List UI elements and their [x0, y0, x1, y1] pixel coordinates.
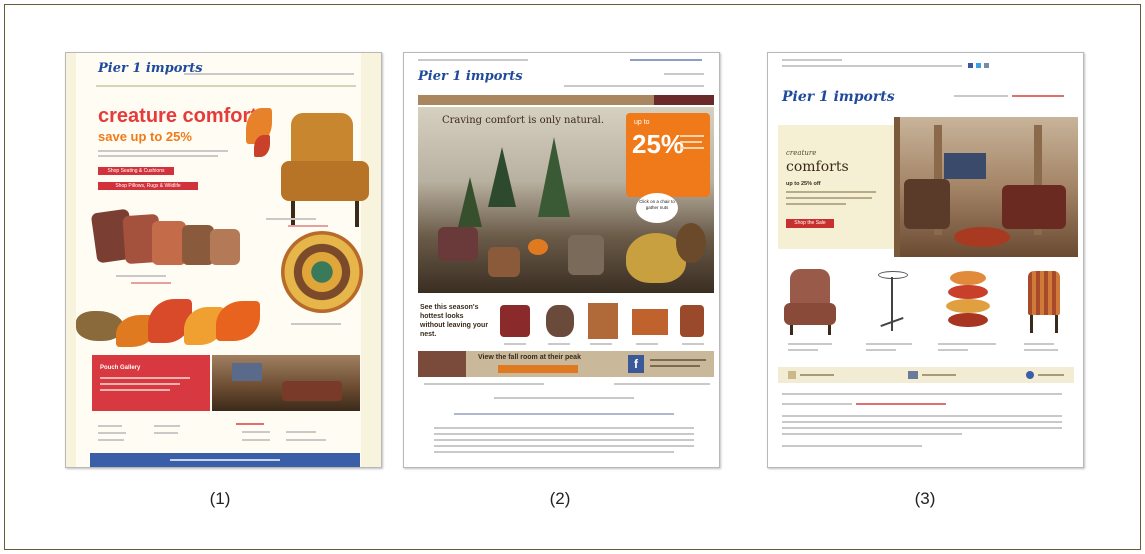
- email2-discount-badge: up to 25%: [626, 113, 710, 197]
- figure-frame: Pier 1 imports creature comforts save up…: [4, 4, 1141, 550]
- email1-headline: creature comforts: [98, 105, 269, 127]
- email1-subhead: save up to 25%: [98, 129, 192, 144]
- email2-logo: Pier 1 imports: [418, 69, 523, 84]
- caption-2: (2): [549, 489, 571, 508]
- email2-product-pillow[interactable]: [500, 305, 530, 337]
- email1-promo-block[interactable]: Pouch Gallery: [92, 355, 210, 411]
- email1-medallion-rug-image: [281, 231, 363, 313]
- email3-service-bar[interactable]: [778, 367, 1074, 383]
- email1-leaves-chipmunk-art: [76, 295, 276, 357]
- email3-shop-button[interactable]: Shop the Sale: [786, 219, 834, 228]
- email-thumbnail-2: Pier 1 imports Craving comfort is only n…: [403, 52, 720, 468]
- caption-3: (3): [914, 489, 936, 508]
- email2-product-rug[interactable]: [632, 309, 668, 335]
- email2-product-panels[interactable]: [588, 303, 618, 339]
- email-thumbnail-1: Pier 1 imports creature comforts save up…: [65, 52, 382, 468]
- email3-hero-title: comforts: [786, 159, 849, 175]
- email3-product-cushions[interactable]: [946, 271, 990, 335]
- email2-speech-bubble: Click on a chair to gather nuts: [636, 193, 678, 223]
- email2-section-text: See this season's hottest looks without …: [420, 304, 489, 338]
- email1-pillows-image: [90, 208, 244, 271]
- email2-nav-bar[interactable]: [418, 95, 714, 105]
- email2-product-chair[interactable]: [680, 305, 704, 337]
- email1-room-photo: [212, 355, 360, 411]
- email1-promo-title: Pouch Gallery: [100, 365, 141, 371]
- caption-1: (1): [209, 489, 231, 508]
- email3-logo: Pier 1 imports: [782, 89, 895, 105]
- email2-chipmunk-art[interactable]: [616, 223, 716, 293]
- email3-product-stool[interactable]: [1024, 271, 1064, 335]
- social-icons[interactable]: [968, 63, 992, 68]
- email2-banner-text: Craving comfort is only natural.: [442, 115, 605, 126]
- email3-hero-room-photo: [894, 117, 1078, 257]
- email1-cta-seating[interactable]: Shop Seating & Cushions: [98, 167, 174, 175]
- email3-product-chair[interactable]: [784, 269, 840, 335]
- email-thumbnail-3: Pier 1 imports creature comforts up to 2…: [767, 52, 1084, 468]
- email1-footer-bar: [90, 453, 360, 467]
- email1-armchair-image: [281, 113, 369, 231]
- facebook-icon[interactable]: f: [628, 355, 644, 373]
- email1-cta-pillows[interactable]: Shop Pillows, Rugs & Wildlife: [98, 182, 198, 190]
- email2-badge-value: 25%: [632, 129, 685, 159]
- email3-product-bird-table[interactable]: [872, 271, 912, 335]
- email2-view-bar[interactable]: View the fall room at their peak f: [418, 351, 714, 377]
- email2-product-vases[interactable]: [546, 305, 574, 337]
- email3-hero-panel: creature comforts up to 25% off Shop the…: [778, 125, 894, 249]
